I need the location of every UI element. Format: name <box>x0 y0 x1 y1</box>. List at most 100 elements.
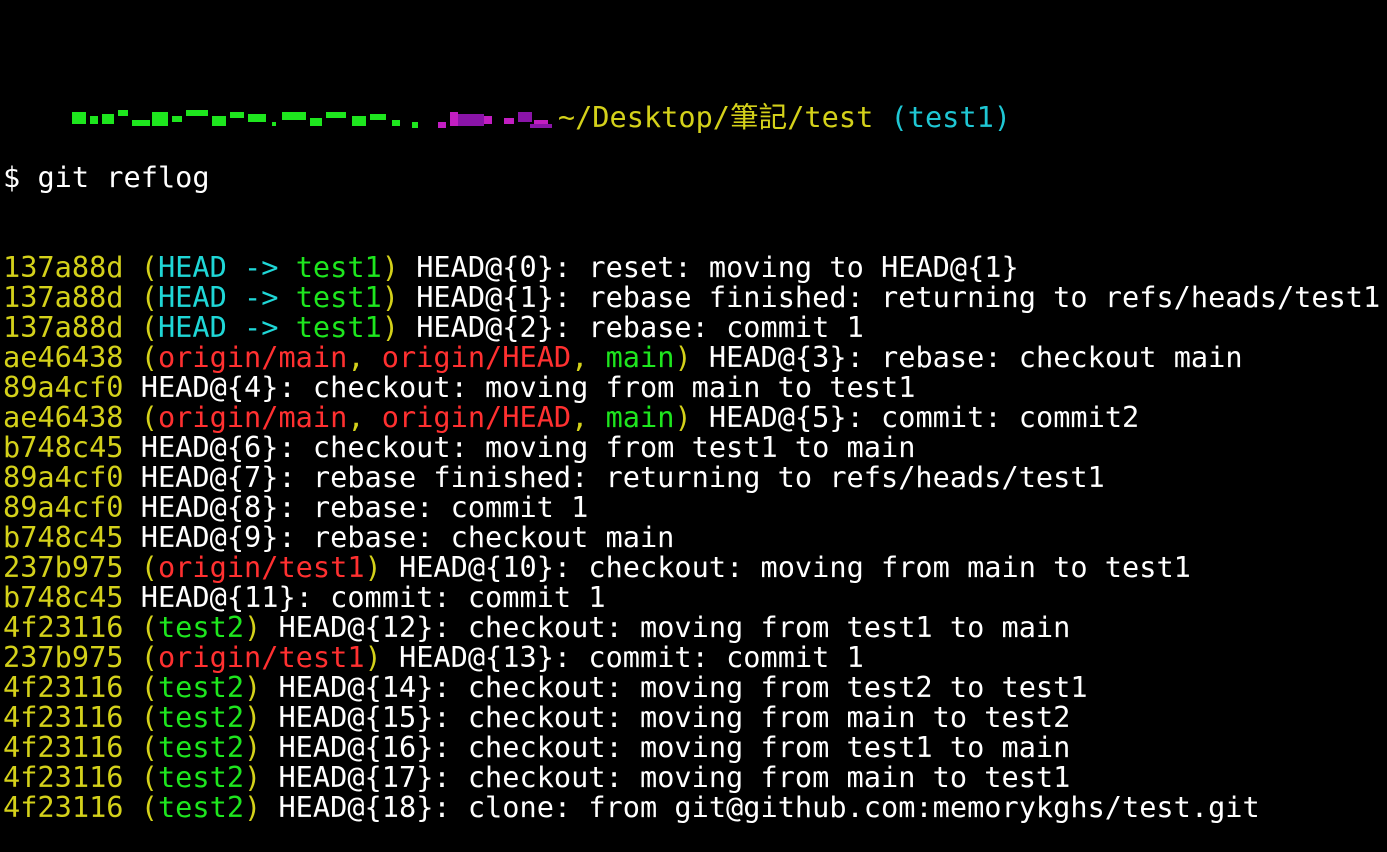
reflog-message: HEAD@{4}: checkout: moving from main to … <box>140 370 916 404</box>
ref-part: ( <box>140 670 158 704</box>
commit-hash: 4f23116 <box>3 730 124 764</box>
redaction-block <box>151 112 168 126</box>
commit-hash: 4f23116 <box>3 610 124 644</box>
ref-decorations: (test2) <box>141 670 262 704</box>
reflog-message: HEAD@{14}: checkout: moving from test2 t… <box>278 670 1088 704</box>
ref-part: HEAD -> <box>157 280 296 314</box>
reflog-entry: 4f23116 (test2) HEAD@{16}: checkout: mov… <box>3 732 1383 762</box>
redaction-block <box>247 114 266 122</box>
ref-part: origin/test1 <box>157 550 365 584</box>
reflog-message: HEAD@{0}: reset: moving to HEAD@{1} <box>416 250 1019 284</box>
redaction-block <box>411 122 418 128</box>
ref-decorations: (test2) <box>141 790 262 824</box>
ref-part: ) <box>381 280 399 314</box>
ref-part: , <box>571 340 606 374</box>
redaction-block <box>101 114 114 124</box>
reflog-message: HEAD@{17}: checkout: moving from main to… <box>278 760 1071 794</box>
redaction-block <box>483 116 492 124</box>
redaction-block <box>457 114 484 126</box>
commit-hash: ae46438 <box>3 400 124 434</box>
ref-part: ) <box>381 250 399 284</box>
reflog-message: HEAD@{15}: checkout: moving from main to… <box>278 700 1071 734</box>
ref-part: ( <box>140 610 158 644</box>
ref-part: ) <box>381 310 399 344</box>
ref-part: test2 <box>157 700 245 734</box>
command-line[interactable]: $ git reflog <box>3 162 1383 192</box>
ref-part: HEAD -> <box>157 310 296 344</box>
reflog-entry: 89a4cf0 HEAD@{8}: rebase: commit 1 <box>3 492 1383 522</box>
ref-decorations: (test2) <box>141 610 262 644</box>
ref-part: test2 <box>157 730 245 764</box>
redaction-block <box>271 122 276 126</box>
prompt-symbol: $ <box>3 160 21 194</box>
ref-decorations: (HEAD -> test1) <box>141 310 399 344</box>
ref-part: ( <box>140 730 158 764</box>
ref-part: ( <box>140 250 158 284</box>
ref-part: ) <box>674 400 692 434</box>
redaction-block <box>503 118 514 124</box>
reflog-entry: b748c45 HEAD@{11}: commit: commit 1 <box>3 582 1383 612</box>
ref-part: ) <box>244 760 262 794</box>
reflog-message: HEAD@{7}: rebase finished: returning to … <box>140 460 1105 494</box>
redaction-block <box>325 112 346 118</box>
ref-part: test1 <box>295 310 382 344</box>
redaction-block <box>131 120 150 126</box>
commit-hash: ae46438 <box>3 340 124 374</box>
reflog-entry: ae46438 (origin/main, origin/HEAD, main)… <box>3 342 1383 372</box>
reflog-message: HEAD@{8}: rebase: commit 1 <box>140 490 589 524</box>
reflog-entry: 137a88d (HEAD -> test1) HEAD@{0}: reset:… <box>3 252 1383 282</box>
ref-decorations: (test2) <box>141 760 262 794</box>
ref-part: test1 <box>295 250 382 284</box>
ref-part: , <box>347 340 382 374</box>
commit-hash: 237b975 <box>3 640 124 674</box>
ref-part: test2 <box>157 670 245 704</box>
redaction-block <box>281 112 306 120</box>
ref-part: ( <box>140 310 158 344</box>
commit-hash: 237b975 <box>3 550 124 584</box>
reflog-entry: 89a4cf0 HEAD@{4}: checkout: moving from … <box>3 372 1383 402</box>
reflog-entry: 237b975 (origin/test1) HEAD@{13}: commit… <box>3 642 1383 672</box>
redaction-block <box>211 116 226 126</box>
commit-hash: 4f23116 <box>3 700 124 734</box>
redaction-block <box>309 118 322 126</box>
ref-part: test2 <box>157 790 245 824</box>
reflog-entry: 237b975 (origin/test1) HEAD@{10}: checko… <box>3 552 1383 582</box>
commit-hash: 4f23116 <box>3 760 124 794</box>
ref-part: , <box>571 400 606 434</box>
ref-part: ( <box>140 280 158 314</box>
reflog-entry: b748c45 HEAD@{6}: checkout: moving from … <box>3 432 1383 462</box>
terminal-window[interactable]: ~/Desktop/筆記/test ( test1) $ git reflog 1… <box>3 12 1383 852</box>
reflog-message: HEAD@{11}: commit: commit 1 <box>140 580 606 614</box>
reflog-entry: 4f23116 (test2) HEAD@{15}: checkout: mov… <box>3 702 1383 732</box>
ref-part: ( <box>140 700 158 734</box>
ref-part: ) <box>244 700 262 734</box>
commit-hash: 137a88d <box>3 310 124 344</box>
reflog-message: HEAD@{13}: commit: commit 1 <box>398 640 864 674</box>
commit-hash: 89a4cf0 <box>3 490 124 524</box>
reflog-entry: b748c45 HEAD@{9}: rebase: checkout main <box>3 522 1383 552</box>
reflog-message: HEAD@{2}: rebase: commit 1 <box>416 310 864 344</box>
ref-part: ) <box>244 790 262 824</box>
ref-part: ) <box>364 550 382 584</box>
redaction-block <box>369 114 386 120</box>
ref-decorations: (origin/test1) <box>141 640 382 674</box>
redacted-user-host <box>71 102 558 132</box>
reflog-entry: 4f23116 (test2) HEAD@{14}: checkout: mov… <box>3 672 1383 702</box>
ref-part: ) <box>364 640 382 674</box>
reflog-message: HEAD@{18}: clone: from git@github.com:me… <box>278 790 1260 824</box>
redaction-block <box>351 116 366 126</box>
command-text: git reflog <box>37 160 210 194</box>
reflog-entry: 137a88d (HEAD -> test1) HEAD@{2}: rebase… <box>3 312 1383 342</box>
ref-decorations: (origin/main, origin/HEAD, main) <box>141 400 692 434</box>
ref-part: ( <box>140 640 158 674</box>
ref-part: main <box>605 340 675 374</box>
prompt-path: ~/Desktop/筆記/test <box>557 100 874 134</box>
ref-part: ( <box>140 400 158 434</box>
redaction-block <box>171 116 182 122</box>
redaction-block <box>117 110 128 116</box>
redaction-block <box>391 120 400 126</box>
reflog-entry: 4f23116 (test2) HEAD@{12}: checkout: mov… <box>3 612 1383 642</box>
reflog-message: HEAD@{12}: checkout: moving from test1 t… <box>278 610 1071 644</box>
ref-part: test2 <box>157 610 245 644</box>
ref-part: test2 <box>157 760 245 794</box>
